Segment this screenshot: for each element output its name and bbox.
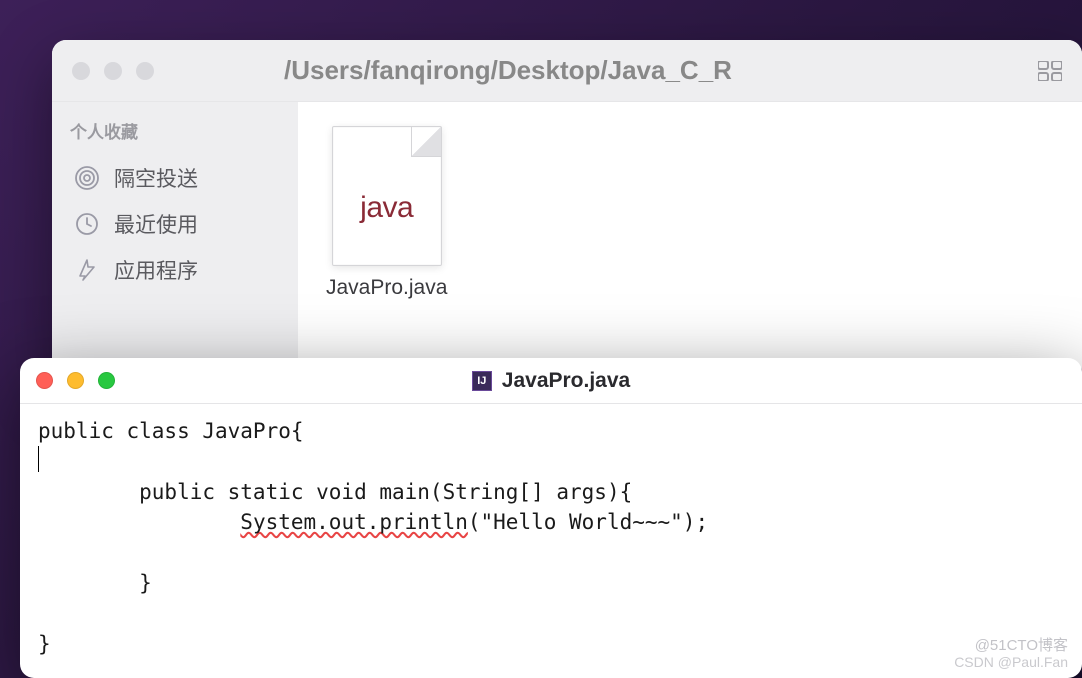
text-cursor (38, 446, 39, 472)
finder-content[interactable]: java JavaPro.java (298, 102, 1082, 380)
finder-body: 个人收藏 隔空投送 最近使用 应用程序 (52, 102, 1082, 380)
file-item[interactable]: java JavaPro.java (326, 126, 447, 300)
app-icon: IJ (472, 371, 492, 391)
file-extension-label: java (360, 191, 413, 225)
sidebar-item-label: 隔空投送 (114, 163, 198, 193)
sidebar-item-recents[interactable]: 最近使用 (70, 201, 280, 247)
sidebar-item-label: 最近使用 (114, 209, 198, 239)
view-mode-button[interactable] (1026, 61, 1062, 81)
page-fold-icon (411, 127, 441, 157)
watermark: CSDN @Paul.Fan (954, 654, 1068, 670)
airdrop-icon (74, 165, 100, 191)
path-breadcrumb[interactable]: /Users/fanqirong/Desktop/Java_C_R (284, 55, 732, 86)
minimize-button[interactable] (104, 62, 122, 80)
file-name-label: JavaPro.java (326, 276, 447, 300)
close-button[interactable] (72, 62, 90, 80)
editor-titlebar: IJ JavaPro.java (20, 358, 1082, 404)
zoom-button[interactable] (98, 372, 115, 389)
finder-traffic-lights (72, 62, 154, 80)
editor-filename: JavaPro.java (502, 369, 630, 393)
editor-body[interactable]: public class JavaPro{ public static void… (20, 404, 1082, 672)
sidebar-item-applications[interactable]: 应用程序 (70, 247, 280, 293)
sidebar-heading: 个人收藏 (70, 118, 280, 143)
clock-icon (74, 211, 100, 237)
apps-icon (74, 257, 100, 283)
sidebar-item-airdrop[interactable]: 隔空投送 (70, 155, 280, 201)
file-icon: java (332, 126, 442, 266)
editor-traffic-lights (36, 372, 115, 389)
finder-window: /Users/fanqirong/Desktop/Java_C_R 个人收藏 隔… (52, 40, 1082, 380)
nav-arrows (216, 62, 256, 80)
zoom-button[interactable] (136, 62, 154, 80)
editor-title-center: IJ JavaPro.java (20, 369, 1082, 393)
minimize-button[interactable] (67, 372, 84, 389)
finder-toolbar: /Users/fanqirong/Desktop/Java_C_R (52, 40, 1082, 102)
finder-sidebar: 个人收藏 隔空投送 最近使用 应用程序 (52, 102, 298, 380)
editor-window: IJ JavaPro.java public class JavaPro{ pu… (20, 358, 1082, 678)
close-button[interactable] (36, 372, 53, 389)
watermark: @51CTO博客 (975, 634, 1068, 655)
icon-view-icon (1038, 61, 1062, 81)
sidebar-item-label: 应用程序 (114, 255, 198, 285)
